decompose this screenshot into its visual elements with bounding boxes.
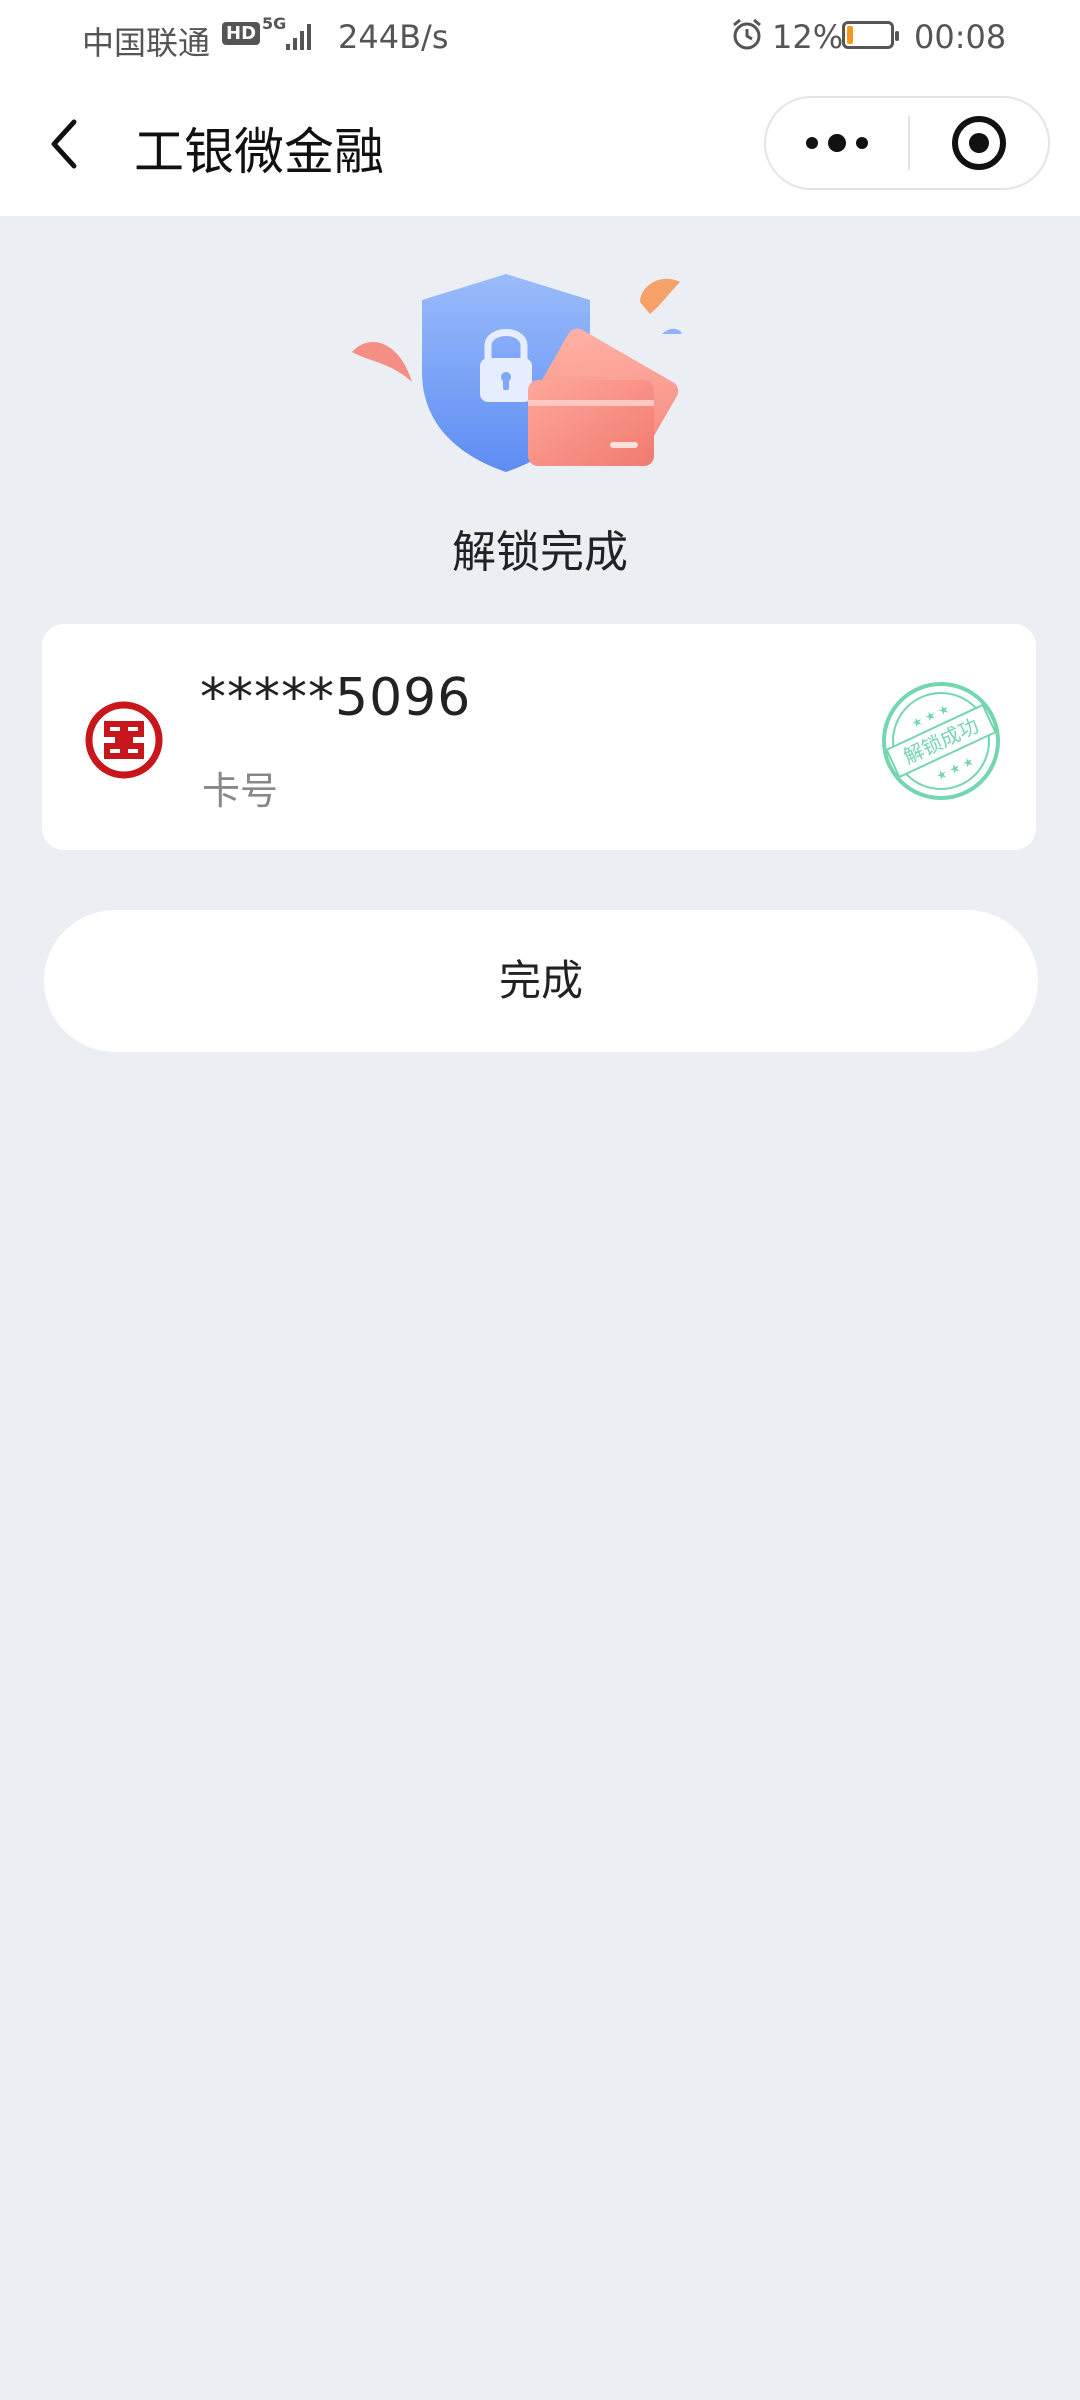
nav-bar: 工银微金融 bbox=[0, 74, 1080, 216]
target-circle-icon[interactable] bbox=[909, 98, 1049, 188]
result-title: 解锁完成 bbox=[452, 527, 628, 578]
unlock-illustration bbox=[352, 274, 682, 472]
card-number: *****5096 bbox=[200, 668, 472, 728]
chevron-left-icon[interactable] bbox=[40, 114, 90, 174]
drop-right-shape bbox=[640, 278, 680, 314]
card-number-label: 卡号 bbox=[202, 769, 279, 813]
drop-left-shape bbox=[352, 342, 412, 382]
bank-card-panel: *****5096 卡号 ★ ★ ★ ★ ★ ★ 解锁成功 bbox=[42, 624, 1036, 850]
mini-program-capsule bbox=[764, 96, 1050, 190]
unlock-success-stamp: ★ ★ ★ ★ ★ ★ 解锁成功 bbox=[882, 682, 1000, 800]
more-dots-icon[interactable] bbox=[766, 98, 909, 188]
icbc-logo bbox=[85, 701, 163, 779]
battery-icon bbox=[842, 21, 899, 49]
done-button[interactable]: 完成 bbox=[44, 910, 1038, 1052]
signal-icon bbox=[286, 24, 311, 50]
status-bar: 中国联通 HD 5G 244B/s 12% 00:08 bbox=[0, 0, 1080, 74]
carrier-name: 中国联通 bbox=[82, 24, 211, 62]
clock: 00:08 bbox=[914, 18, 1007, 56]
front-card-shape bbox=[528, 380, 654, 466]
alarm-icon bbox=[733, 18, 761, 50]
hd-badge: HD bbox=[222, 22, 261, 45]
battery-percent: 12% bbox=[772, 18, 844, 56]
page-title: 工银微金融 bbox=[134, 123, 384, 181]
network-speed: 244B/s bbox=[338, 18, 449, 56]
